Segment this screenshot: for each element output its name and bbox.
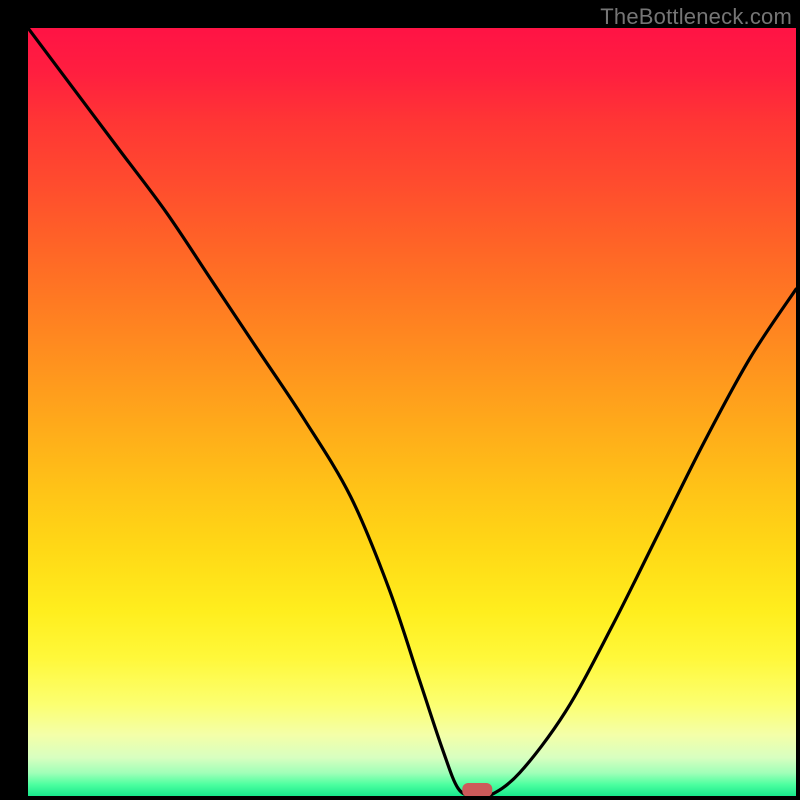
watermark-text: TheBottleneck.com	[600, 4, 792, 30]
bottleneck-curve	[28, 28, 796, 796]
plot-area	[28, 28, 796, 796]
chart-frame: TheBottleneck.com	[0, 0, 800, 800]
curve-svg	[28, 28, 796, 796]
optimal-marker	[462, 783, 492, 796]
